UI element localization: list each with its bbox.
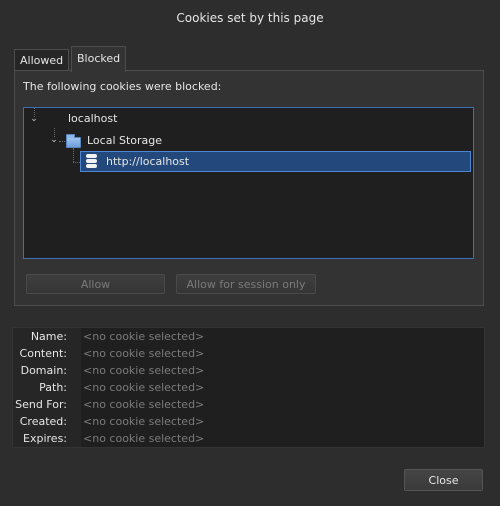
- detail-value: <no cookie selected>: [83, 432, 205, 445]
- detail-row-path: Path: <no cookie selected>: [13, 379, 483, 396]
- cookie-details: Name: <no cookie selected> Content: <no …: [12, 327, 485, 448]
- tree-item-label: Local Storage: [87, 134, 163, 147]
- chevron-down-icon[interactable]: ⌄: [49, 135, 59, 145]
- detail-value: <no cookie selected>: [83, 330, 205, 343]
- allow-button[interactable]: Allow: [26, 274, 165, 294]
- tab-allowed[interactable]: Allowed: [14, 49, 69, 71]
- detail-value: <no cookie selected>: [83, 364, 205, 377]
- detail-row-expires: Expires: <no cookie selected>: [13, 430, 483, 447]
- database-icon: [86, 154, 97, 168]
- tree-item-local-storage[interactable]: ⌄ Local Storage: [24, 131, 473, 151]
- cookie-tree[interactable]: ⌄ localhost ⌄ Local Storage http://local…: [23, 107, 474, 259]
- close-button[interactable]: Close: [404, 469, 483, 491]
- detail-row-domain: Domain: <no cookie selected>: [13, 362, 483, 379]
- detail-label: Expires:: [23, 432, 67, 445]
- tab-blocked[interactable]: Blocked: [71, 46, 126, 72]
- detail-row-send-for: Send For: <no cookie selected>: [13, 396, 483, 413]
- tree-guide: [73, 162, 80, 163]
- cookies-dialog: Cookies set by this page Allowed Blocked…: [0, 0, 500, 506]
- chevron-down-icon[interactable]: ⌄: [29, 114, 39, 124]
- detail-row-content: Content: <no cookie selected>: [13, 345, 483, 362]
- tree-item-label: localhost: [68, 112, 118, 125]
- detail-value: <no cookie selected>: [83, 398, 205, 411]
- detail-label: Content:: [19, 347, 67, 360]
- detail-value: <no cookie selected>: [83, 381, 205, 394]
- folder-icon: [66, 134, 81, 148]
- detail-row-name: Name: <no cookie selected>: [13, 328, 483, 345]
- tree-item-label: http://localhost: [106, 155, 190, 168]
- detail-label: Name:: [30, 330, 67, 343]
- dialog-title: Cookies set by this page: [176, 11, 324, 25]
- detail-label: Path:: [39, 381, 67, 394]
- detail-value: <no cookie selected>: [83, 347, 205, 360]
- detail-label: Send For:: [15, 398, 67, 411]
- detail-value: <no cookie selected>: [83, 415, 205, 428]
- tree-item-url[interactable]: http://localhost: [80, 151, 471, 172]
- detail-row-created: Created: <no cookie selected>: [13, 413, 483, 430]
- detail-label: Created:: [19, 415, 67, 428]
- blocked-caption: The following cookies were blocked:: [23, 80, 222, 93]
- blocked-panel: The following cookies were blocked: ⌄ lo…: [14, 70, 484, 306]
- detail-label: Domain:: [20, 364, 67, 377]
- allow-session-button[interactable]: Allow for session only: [176, 274, 316, 294]
- tree-item-localhost[interactable]: ⌄ localhost: [24, 109, 473, 129]
